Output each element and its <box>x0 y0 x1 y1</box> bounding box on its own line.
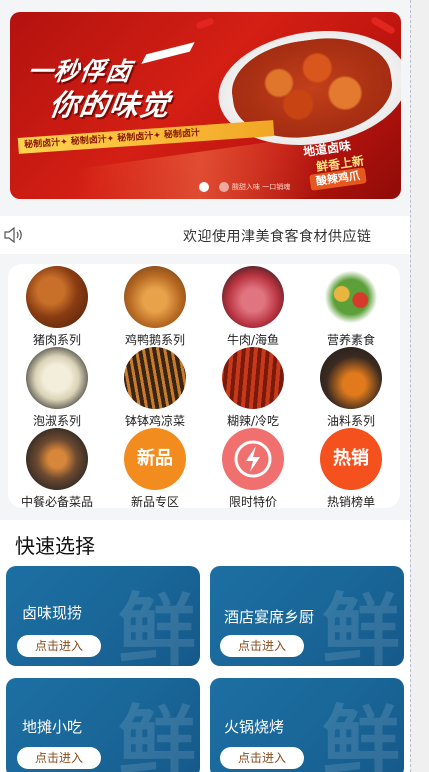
category-label: 泡淑系列 <box>32 414 81 428</box>
card-title: 卤味现捞 <box>22 604 83 622</box>
quick-card-hotpot-bbq[interactable]: 鲜 火锅烧烤 点击进入 <box>210 678 404 772</box>
beef-photo <box>222 266 284 328</box>
card-title: 地摊小吃 <box>22 718 83 736</box>
category-hot-list[interactable]: 热销 热销榜单 <box>302 428 400 510</box>
pork-photo <box>26 266 88 328</box>
card-title: 火锅烧烤 <box>224 718 285 736</box>
category-poultry[interactable]: 鸡鸭鹅系列 <box>106 266 204 348</box>
lightning-decoration <box>141 42 195 64</box>
chili-decoration <box>195 17 215 30</box>
hot-badge-icon: 热销 <box>320 428 382 490</box>
enter-button[interactable]: 点击进入 <box>17 635 101 657</box>
category-pork[interactable]: 猪肉系列 <box>8 266 106 348</box>
category-label: 糊辣/冷吃 <box>226 414 280 428</box>
card-title: 酒店宴席乡厨 <box>224 608 315 626</box>
new-badge-icon: 新品 <box>124 428 186 490</box>
card-watermark: 鲜 <box>321 697 400 772</box>
category-new-products[interactable]: 新品 新品专区 <box>106 428 204 510</box>
enter-button[interactable]: 点击进入 <box>220 635 304 657</box>
promo-banner[interactable]: 一秒俘卤 你的味觉 秘制卤汁✦ 秘制卤汁✦ 秘制卤汁✦ 秘制卤汁 地道卤味 鲜香… <box>10 12 401 199</box>
skewer-photo <box>124 347 186 409</box>
category-grid: 猪肉系列 鸡鸭鹅系列 牛肉/海鱼 营养素食 泡淑系列 钵钵鸡凉菜 糊辣/冷吃 油… <box>8 264 400 510</box>
speaker-icon <box>4 227 22 243</box>
lightning-icon <box>222 428 284 490</box>
category-label: 新品专区 <box>130 495 179 509</box>
carousel-dot[interactable] <box>219 182 229 192</box>
scrollbar[interactable] <box>410 0 429 772</box>
category-oil[interactable]: 油料系列 <box>302 347 400 429</box>
category-pickles[interactable]: 泡淑系列 <box>8 347 106 429</box>
category-label: 限时特价 <box>228 495 277 509</box>
pickle-photo <box>26 347 88 409</box>
notice-text: 欢迎使用津美食客食材供应链 <box>183 229 372 245</box>
dish-photo <box>26 428 88 490</box>
category-label: 中餐必备菜品 <box>20 495 93 509</box>
hot-badge-text: 热销 <box>333 448 369 469</box>
quick-card-banquet[interactable]: 鲜 酒店宴席乡厨 点击进入 <box>210 566 404 666</box>
carousel-dot-active[interactable] <box>199 182 209 192</box>
poultry-photo <box>124 266 186 328</box>
card-watermark: 鲜 <box>321 585 400 666</box>
category-label: 营养素食 <box>326 333 375 347</box>
new-badge-text: 新品 <box>137 448 173 469</box>
enter-button[interactable]: 点击进入 <box>17 747 101 769</box>
category-label: 热销榜单 <box>326 495 375 509</box>
page: 一秒俘卤 你的味觉 秘制卤汁✦ 秘制卤汁✦ 秘制卤汁✦ 秘制卤汁 地道卤味 鲜香… <box>0 0 410 772</box>
section-title: 快速选择 <box>15 534 95 558</box>
category-spicy[interactable]: 糊辣/冷吃 <box>204 347 302 429</box>
quick-card-street-snacks[interactable]: 鲜 地摊小吃 点击进入 <box>6 678 200 772</box>
category-bobo-chicken[interactable]: 钵钵鸡凉菜 <box>106 347 204 429</box>
banner-title-line2: 你的味觉 <box>47 88 173 122</box>
lightning-symbol <box>234 440 272 478</box>
banner-small-note: 酸甜入味 一口销魂 <box>232 183 291 191</box>
oil-photo <box>320 347 382 409</box>
category-chinese-dishes[interactable]: 中餐必备菜品 <box>8 428 106 510</box>
category-label: 牛肉/海鱼 <box>226 333 280 347</box>
category-label: 钵钵鸡凉菜 <box>124 414 185 428</box>
notice-bar: 欢迎使用津美食客食材供应链 <box>0 216 410 254</box>
quick-card-braised[interactable]: 鲜 卤味现捞 点击进入 <box>6 566 200 666</box>
enter-button[interactable]: 点击进入 <box>220 747 304 769</box>
card-watermark: 鲜 <box>117 697 196 772</box>
category-label: 鸡鸭鹅系列 <box>124 333 185 347</box>
category-label: 猪肉系列 <box>32 333 81 347</box>
category-flash-sale[interactable]: 限时特价 <box>204 428 302 510</box>
category-beef-fish[interactable]: 牛肉/海鱼 <box>204 266 302 348</box>
category-vegetarian[interactable]: 营养素食 <box>302 266 400 348</box>
quick-select-section: 快速选择 鲜 卤味现捞 点击进入 鲜 酒店宴席乡厨 点击进入 鲜 地摊小吃 点击… <box>0 520 410 772</box>
card-watermark: 鲜 <box>117 585 196 666</box>
vegetables-photo <box>320 266 382 328</box>
spicy-photo <box>222 347 284 409</box>
category-label: 油料系列 <box>326 414 375 428</box>
chili-decoration <box>369 15 397 36</box>
